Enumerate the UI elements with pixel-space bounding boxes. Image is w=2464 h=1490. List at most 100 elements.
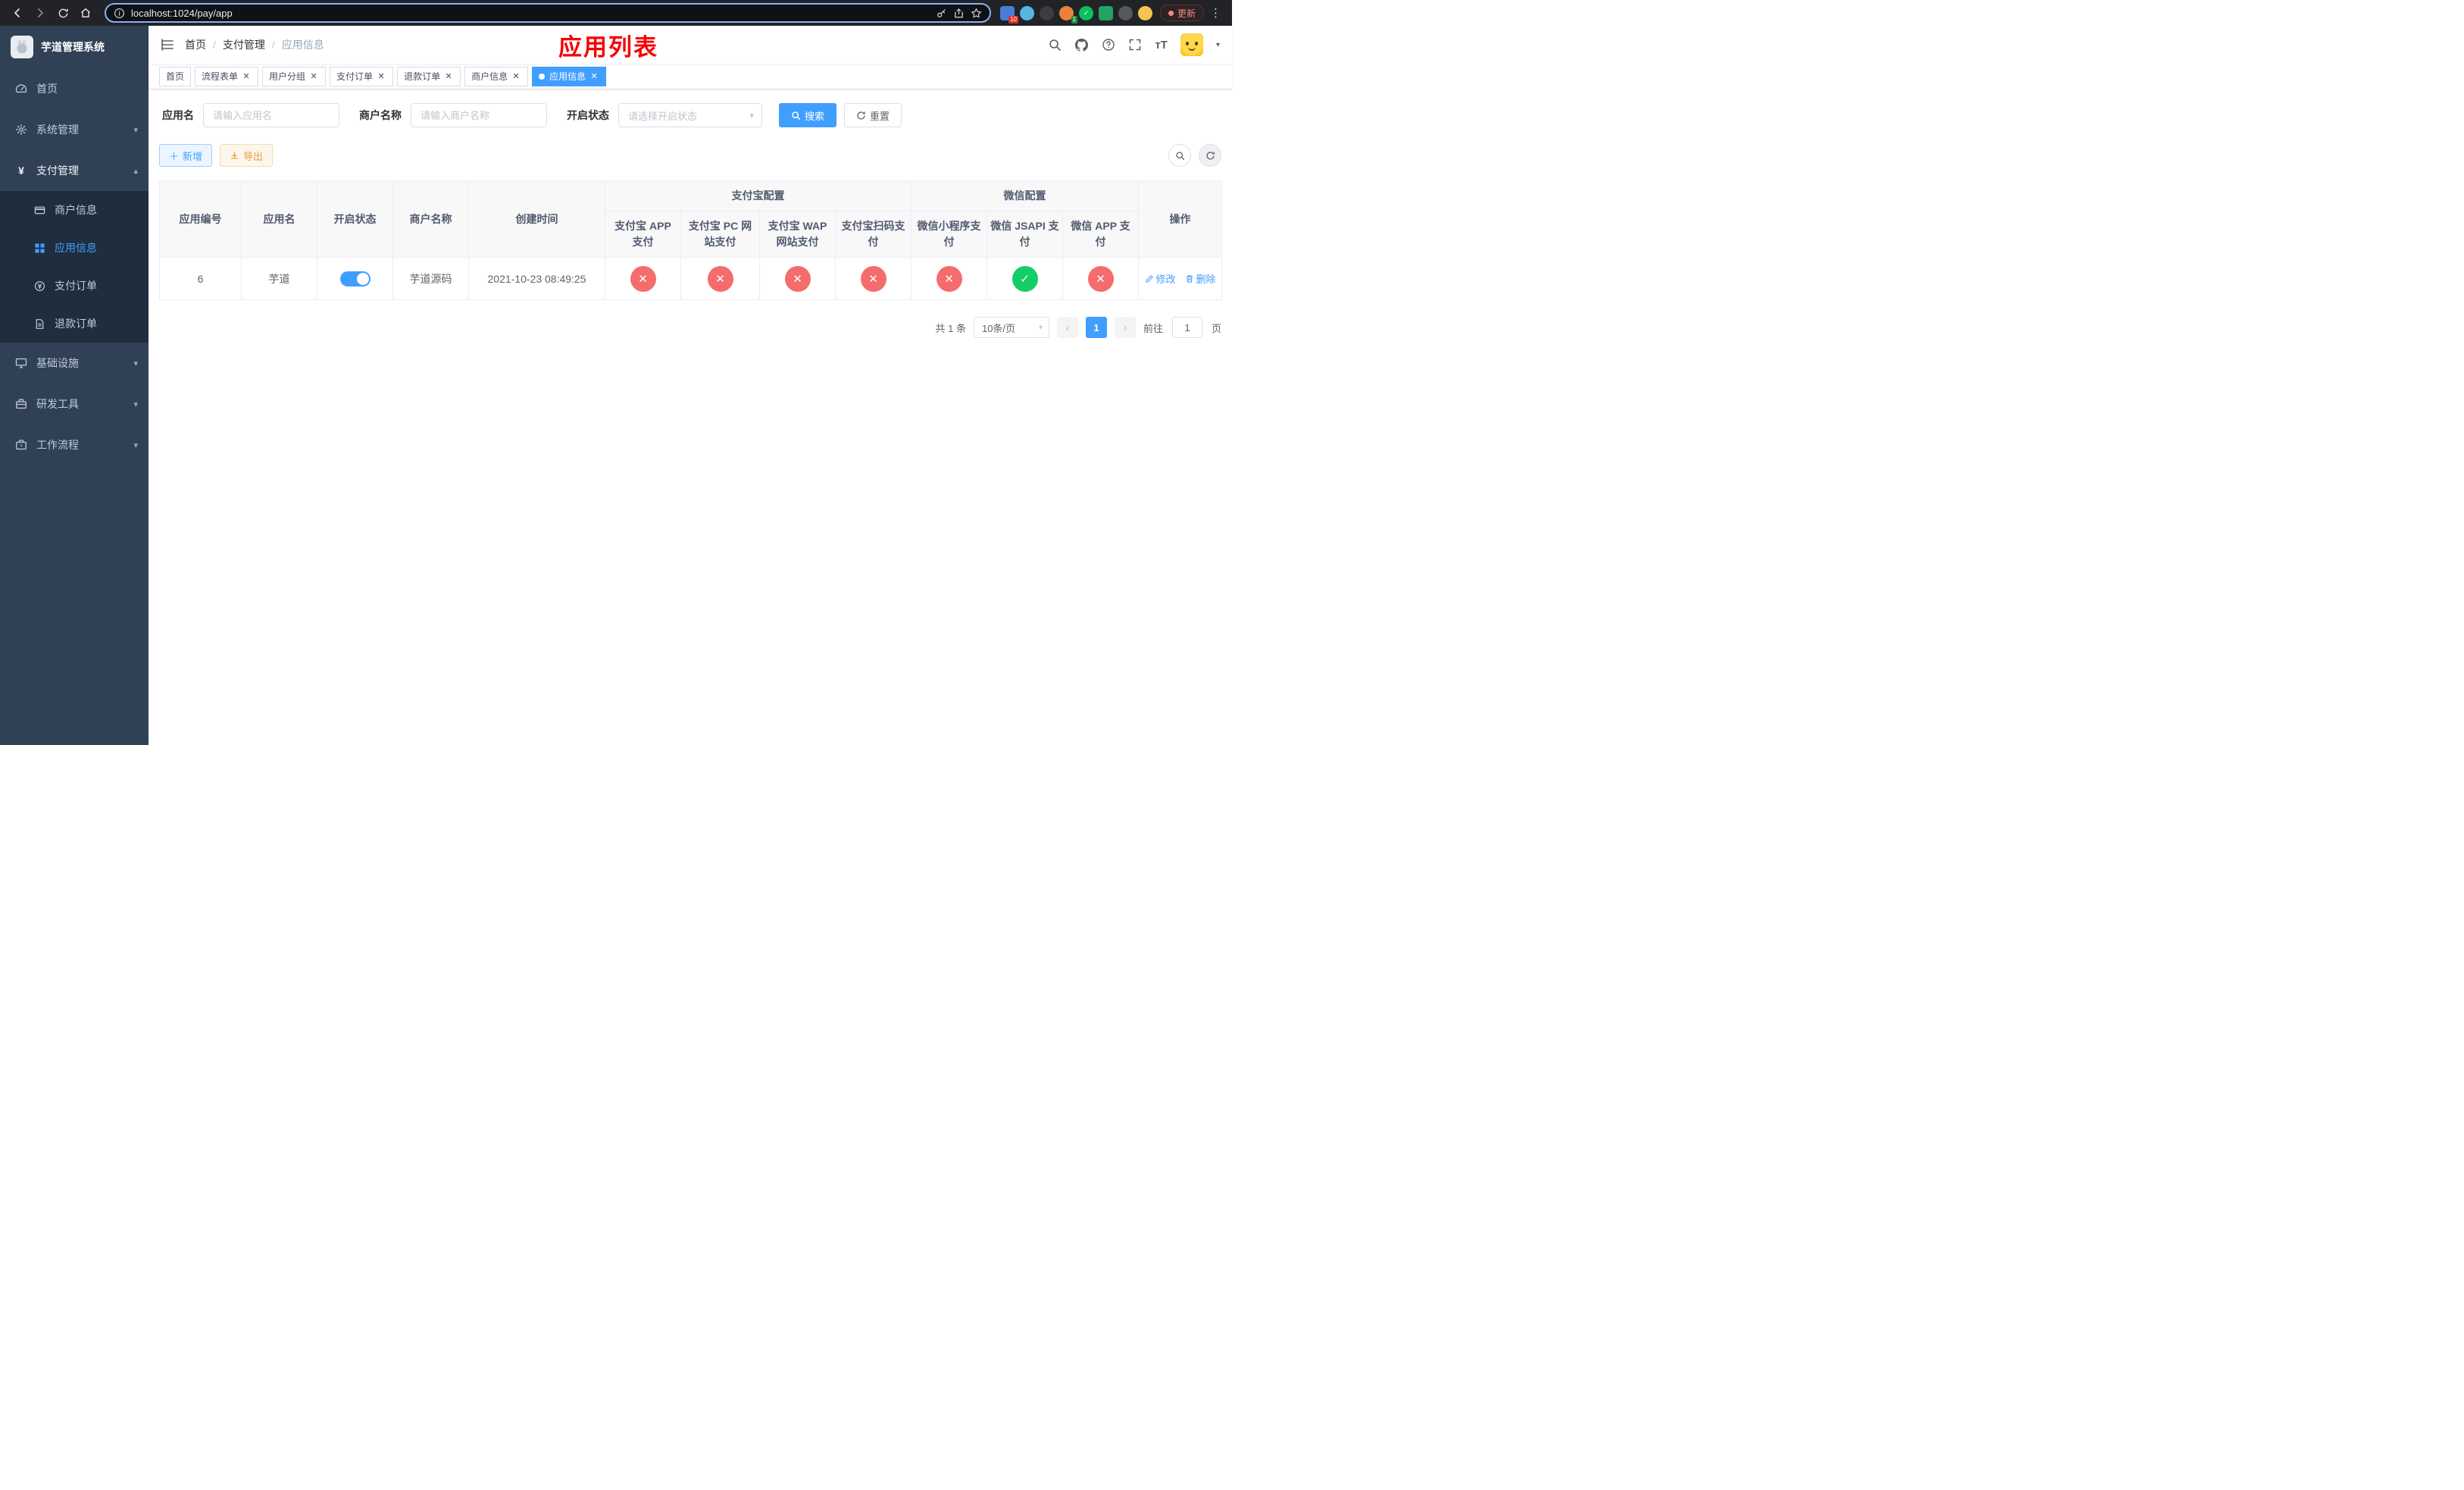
browser-update-button[interactable]: 更新	[1159, 5, 1204, 21]
tag-home[interactable]: 首页	[159, 66, 192, 86]
breadcrumb-separator: /	[271, 39, 275, 51]
avatar-mouth	[1187, 47, 1196, 51]
tag-close-icon[interactable]: ✕	[443, 71, 454, 82]
browser-reload-icon[interactable]	[53, 3, 73, 23]
help-icon[interactable]	[1102, 38, 1115, 52]
reset-button[interactable]: 重置	[844, 103, 902, 127]
next-page-button[interactable]: ›	[1114, 317, 1136, 338]
add-button[interactable]: ＋ 新增	[159, 144, 213, 167]
edit-link[interactable]: 修改	[1145, 271, 1176, 286]
password-key-icon[interactable]	[936, 8, 947, 19]
breadcrumb-payment[interactable]: 支付管理	[223, 37, 265, 52]
extension-emoji-icon[interactable]	[1137, 5, 1152, 20]
tag-close-icon[interactable]: ✕	[589, 71, 599, 82]
sidebar-item-system[interactable]: 系统管理 ▾	[0, 109, 149, 150]
delete-link[interactable]: 删除	[1185, 271, 1216, 286]
refresh-table-icon[interactable]	[1199, 144, 1221, 167]
browser-menu-icon[interactable]: ⋮	[1207, 6, 1224, 20]
breadcrumb-home[interactable]: 首页	[185, 37, 206, 52]
tag-close-icon[interactable]: ✕	[241, 71, 252, 82]
extension-drop-icon[interactable]	[1019, 5, 1034, 20]
toggle-knob	[356, 272, 369, 285]
user-avatar[interactable]	[1180, 33, 1203, 56]
tag-process-form[interactable]: 流程表单 ✕	[195, 66, 259, 86]
tag-label: 用户分组	[269, 71, 306, 82]
gear-icon	[15, 124, 27, 136]
browser-home-icon[interactable]	[76, 3, 95, 23]
tag-close-icon[interactable]: ✕	[376, 71, 386, 82]
search-icon[interactable]	[1048, 38, 1062, 52]
browser-forward-icon[interactable]	[30, 3, 50, 23]
tag-user-group[interactable]: 用户分组 ✕	[262, 66, 327, 86]
page-number-button[interactable]: 1	[1085, 317, 1107, 338]
col-alipay-app: 支付宝 APP 支付	[605, 211, 681, 258]
credit-card-icon	[33, 205, 45, 216]
main-area: 首页 / 支付管理 / 应用信息 应用列表 ᴛT ▾ 首页 流程表单 ✕ 用户分…	[149, 26, 1232, 745]
sidebar-item-infrastructure[interactable]: 基础设施 ▾	[0, 343, 149, 383]
status-icon: ✕	[1087, 265, 1114, 292]
merchant-name-input[interactable]	[411, 103, 547, 127]
goto-label: 前往	[1143, 322, 1163, 334]
tag-label: 应用信息	[549, 71, 586, 82]
sidebar-item-home[interactable]: 首页	[0, 68, 149, 109]
sidebar-toggle-icon[interactable]	[161, 38, 174, 52]
search-button[interactable]: 搜索	[779, 103, 837, 127]
extension-icon[interactable]: 10	[999, 5, 1018, 23]
cell-alipay-wap: ✕	[759, 257, 836, 300]
cell-wx-app: ✕	[1062, 257, 1140, 300]
chevron-down-icon: ▾	[133, 440, 138, 450]
avatar-dropdown-caret-icon[interactable]: ▾	[1216, 41, 1220, 49]
sidebar-item-workflow[interactable]: 工作流程 ▾	[0, 424, 149, 465]
extension-dark-icon[interactable]	[1039, 5, 1054, 20]
page-size-select[interactable]: 10条/页 ▾	[973, 317, 1049, 338]
tag-close-icon[interactable]: ✕	[308, 71, 319, 82]
share-icon[interactable]	[953, 8, 965, 19]
sidebar-logo[interactable]: 芋道管理系统	[0, 26, 149, 68]
fullscreen-icon[interactable]	[1128, 38, 1142, 52]
sidebar-item-label: 支付订单	[55, 280, 97, 292]
goto-page-input[interactable]	[1171, 317, 1202, 338]
tag-merchant-info[interactable]: 商户信息 ✕	[464, 66, 529, 86]
bookmark-star-icon[interactable]	[971, 8, 982, 19]
status-icon: ✕	[784, 265, 811, 292]
address-bar[interactable]: localhost:1024/pay/app	[105, 3, 991, 23]
sidebar-item-dev-tools[interactable]: 研发工具 ▾	[0, 383, 149, 424]
extension-orange-icon[interactable]: 1	[1058, 5, 1077, 23]
cell-merchant: 芋道源码	[392, 257, 469, 300]
font-size-icon[interactable]: ᴛT	[1155, 39, 1168, 52]
prev-page-button[interactable]: ‹	[1056, 317, 1078, 338]
sidebar-item-label: 工作流程	[36, 439, 79, 451]
toggle-search-icon[interactable]	[1168, 144, 1191, 167]
status-label: 开启状态	[567, 109, 609, 121]
browser-extensions: 10 1 ✓	[999, 5, 1152, 23]
grid-icon	[33, 243, 45, 254]
extension-pin-icon[interactable]	[1118, 5, 1133, 20]
col-app-id: 应用编号	[159, 180, 242, 258]
export-button[interactable]: 导出	[220, 144, 274, 167]
extension-green-square-icon[interactable]	[1098, 5, 1113, 20]
extension-wechat-icon[interactable]: ✓	[1078, 5, 1093, 20]
app-name-input[interactable]	[203, 103, 339, 127]
sidebar-item-payment[interactable]: ¥ 支付管理 ▴	[0, 150, 149, 191]
navbar: 首页 / 支付管理 / 应用信息 应用列表 ᴛT ▾	[149, 26, 1232, 64]
site-info-icon[interactable]	[114, 8, 125, 19]
plus-icon: ＋	[169, 150, 180, 162]
row-status-toggle[interactable]	[339, 271, 371, 286]
monitor-icon	[15, 357, 27, 369]
github-icon[interactable]	[1074, 38, 1089, 52]
tag-refund-orders[interactable]: 退款订单 ✕	[397, 66, 461, 86]
url-text[interactable]: localhost:1024/pay/app	[131, 8, 233, 19]
sidebar-item-payment-orders[interactable]: 支付订单	[0, 267, 149, 305]
tag-close-icon[interactable]: ✕	[511, 71, 521, 82]
cell-create-time: 2021-10-23 08:49:25	[468, 257, 605, 300]
payment-submenu: 商户信息 应用信息 支付订单 退款订单	[0, 191, 149, 343]
status-select[interactable]: 请选择开启状态 ▾	[618, 103, 762, 127]
tag-payment-orders[interactable]: 支付订单 ✕	[330, 66, 394, 86]
delete-link-label: 删除	[1196, 274, 1216, 285]
browser-back-icon[interactable]	[8, 3, 27, 23]
sidebar-item-refund-orders[interactable]: 退款订单	[0, 305, 149, 343]
tag-app-info-active[interactable]: 应用信息 ✕	[532, 66, 607, 86]
sidebar-item-app-info[interactable]: 应用信息	[0, 229, 149, 267]
sidebar-item-merchant-info[interactable]: 商户信息	[0, 191, 149, 229]
extension-badge: 10	[1008, 15, 1018, 23]
